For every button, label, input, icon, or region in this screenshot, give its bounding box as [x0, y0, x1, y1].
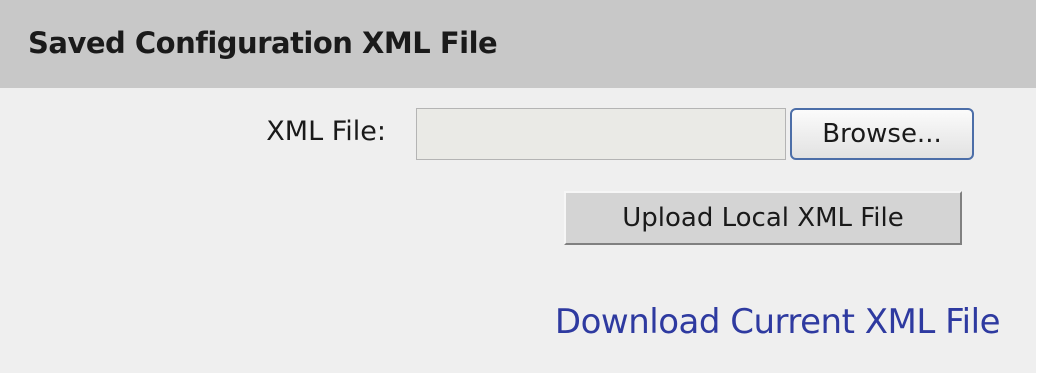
- saved-config-panel: Saved Configuration XML File XML File: B…: [0, 0, 1036, 373]
- download-current-xml-link[interactable]: Download Current XML File: [555, 302, 1001, 342]
- panel-title: Saved Configuration XML File: [28, 26, 498, 60]
- upload-local-xml-button[interactable]: Upload Local XML File: [564, 191, 962, 245]
- xml-file-label: XML File:: [266, 116, 386, 147]
- browse-button[interactable]: Browse...: [790, 108, 974, 160]
- panel-header: Saved Configuration XML File: [0, 0, 1036, 88]
- xml-file-input[interactable]: [416, 108, 786, 160]
